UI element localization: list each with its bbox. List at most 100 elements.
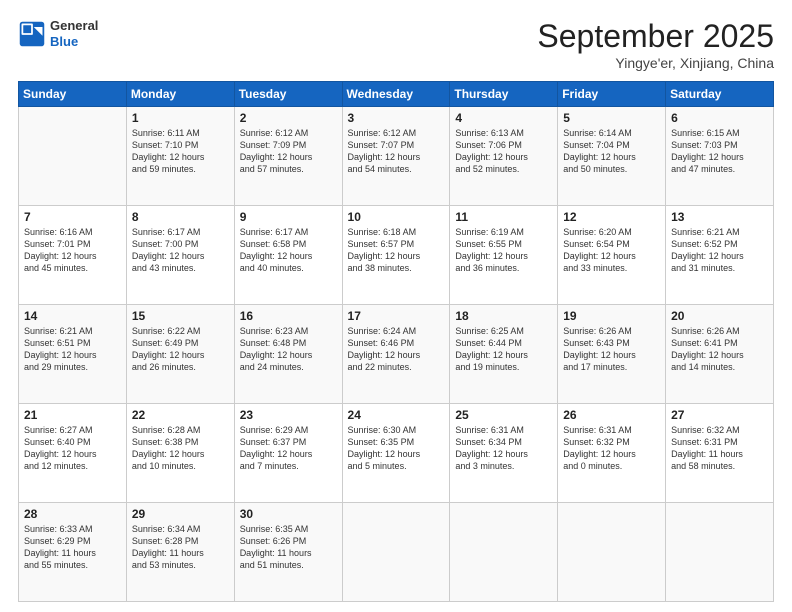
calendar-cell: 10 Sunrise: 6:18 AM Sunset: 6:57 PM Dayli… [342,206,450,305]
col-header-monday: Monday [126,82,234,107]
calendar-cell [558,503,666,602]
calendar-cell: 16 Sunrise: 6:23 AM Sunset: 6:48 PM Dayli… [234,305,342,404]
page: General Blue September 2025 Yingye'er, X… [0,0,792,612]
day-info: Sunrise: 6:17 AM Sunset: 6:58 PM Dayligh… [240,226,337,275]
calendar-cell: 25Sunrise: 6:31 AM Sunset: 6:34 PM Dayli… [450,404,558,503]
calendar-cell: 20Sunrise: 6:26 AM Sunset: 6:41 PM Dayli… [666,305,774,404]
calendar-week-5: 28 Sunrise: 6:33 AM Sunset: 6:29 PM Dayli… [19,503,774,602]
day-number: 4 [455,111,552,125]
day-info: Sunrise: 6:23 AM Sunset: 6:48 PM Dayligh… [240,325,337,374]
logo-text: General Blue [50,18,98,49]
col-header-sunday: Sunday [19,82,127,107]
calendar-cell: 22 Sunrise: 6:28 AM Sunset: 6:38 PM Dayli… [126,404,234,503]
day-info: Sunrise: 6:26 AM Sunset: 6:41 PM Dayligh… [671,325,768,374]
day-info: Sunrise: 6:30 AM Sunset: 6:35 PM Dayligh… [348,424,445,473]
calendar-cell: 24Sunrise: 6:30 AM Sunset: 6:35 PM Dayli… [342,404,450,503]
calendar-week-4: 21 Sunrise: 6:27 AM Sunset: 6:40 PM Dayli… [19,404,774,503]
day-info: Sunrise: 6:34 AM Sunset: 6:28 PM Dayligh… [132,523,229,572]
day-info: Sunrise: 6:33 AM Sunset: 6:29 PM Dayligh… [24,523,121,572]
day-info: Sunrise: 6:20 AM Sunset: 6:54 PM Dayligh… [563,226,660,275]
calendar-cell [19,107,127,206]
calendar-cell: 2 Sunrise: 6:12 AM Sunset: 7:09 PM Daylig… [234,107,342,206]
day-number: 12 [563,210,660,224]
calendar-cell: 19 Sunrise: 6:26 AM Sunset: 6:43 PM Dayli… [558,305,666,404]
col-header-friday: Friday [558,82,666,107]
calendar-cell: 26Sunrise: 6:31 AM Sunset: 6:32 PM Dayli… [558,404,666,503]
day-number: 23 [240,408,337,422]
day-info: Sunrise: 6:21 AM Sunset: 6:51 PM Dayligh… [24,325,121,374]
day-number: 26 [563,408,660,422]
day-number: 17 [348,309,445,323]
day-number: 29 [132,507,229,521]
day-number: 9 [240,210,337,224]
day-info: Sunrise: 6:13 AM Sunset: 7:06 PM Dayligh… [455,127,552,176]
logo: General Blue [18,18,98,49]
day-info: Sunrise: 6:22 AM Sunset: 6:49 PM Dayligh… [132,325,229,374]
day-info: Sunrise: 6:21 AM Sunset: 6:52 PM Dayligh… [671,226,768,275]
logo-general: General [50,18,98,34]
day-info: Sunrise: 6:17 AM Sunset: 7:00 PM Dayligh… [132,226,229,275]
day-info: Sunrise: 6:15 AM Sunset: 7:03 PM Dayligh… [671,127,768,176]
calendar-table: SundayMondayTuesdayWednesdayThursdayFrid… [18,81,774,602]
day-number: 28 [24,507,121,521]
day-number: 21 [24,408,121,422]
location: Yingye'er, Xinjiang, China [537,55,774,71]
calendar-cell: 8 Sunrise: 6:17 AM Sunset: 7:00 PM Daylig… [126,206,234,305]
calendar-cell: 3Sunrise: 6:12 AM Sunset: 7:07 PM Daylig… [342,107,450,206]
day-info: Sunrise: 6:14 AM Sunset: 7:04 PM Dayligh… [563,127,660,176]
day-info: Sunrise: 6:25 AM Sunset: 6:44 PM Dayligh… [455,325,552,374]
calendar-cell: 5 Sunrise: 6:14 AM Sunset: 7:04 PM Daylig… [558,107,666,206]
day-number: 19 [563,309,660,323]
calendar-cell: 1Sunrise: 6:11 AM Sunset: 7:10 PM Daylig… [126,107,234,206]
day-info: Sunrise: 6:24 AM Sunset: 6:46 PM Dayligh… [348,325,445,374]
day-info: Sunrise: 6:19 AM Sunset: 6:55 PM Dayligh… [455,226,552,275]
day-info: Sunrise: 6:32 AM Sunset: 6:31 PM Dayligh… [671,424,768,473]
day-number: 18 [455,309,552,323]
calendar-cell: 14 Sunrise: 6:21 AM Sunset: 6:51 PM Dayli… [19,305,127,404]
calendar-cell: 4 Sunrise: 6:13 AM Sunset: 7:06 PM Daylig… [450,107,558,206]
calendar-cell [342,503,450,602]
day-number: 14 [24,309,121,323]
day-info: Sunrise: 6:26 AM Sunset: 6:43 PM Dayligh… [563,325,660,374]
calendar-cell: 9 Sunrise: 6:17 AM Sunset: 6:58 PM Daylig… [234,206,342,305]
day-number: 6 [671,111,768,125]
day-number: 27 [671,408,768,422]
day-info: Sunrise: 6:18 AM Sunset: 6:57 PM Dayligh… [348,226,445,275]
day-number: 8 [132,210,229,224]
title-block: September 2025 Yingye'er, Xinjiang, Chin… [537,18,774,71]
calendar-cell: 12 Sunrise: 6:20 AM Sunset: 6:54 PM Dayli… [558,206,666,305]
calendar-cell: 18 Sunrise: 6:25 AM Sunset: 6:44 PM Dayli… [450,305,558,404]
day-number: 16 [240,309,337,323]
logo-blue: Blue [50,34,98,50]
calendar-cell: 30 Sunrise: 6:35 AM Sunset: 6:26 PM Dayli… [234,503,342,602]
col-header-tuesday: Tuesday [234,82,342,107]
calendar-cell: 27 Sunrise: 6:32 AM Sunset: 6:31 PM Dayli… [666,404,774,503]
day-info: Sunrise: 6:31 AM Sunset: 6:34 PM Dayligh… [455,424,552,473]
day-number: 13 [671,210,768,224]
day-number: 30 [240,507,337,521]
calendar-cell: 13 Sunrise: 6:21 AM Sunset: 6:52 PM Dayli… [666,206,774,305]
day-number: 5 [563,111,660,125]
calendar-cell: 17 Sunrise: 6:24 AM Sunset: 6:46 PM Dayli… [342,305,450,404]
day-info: Sunrise: 6:12 AM Sunset: 7:07 PM Dayligh… [348,127,445,176]
day-number: 11 [455,210,552,224]
calendar-week-1: 1Sunrise: 6:11 AM Sunset: 7:10 PM Daylig… [19,107,774,206]
day-number: 22 [132,408,229,422]
col-header-wednesday: Wednesday [342,82,450,107]
day-info: Sunrise: 6:35 AM Sunset: 6:26 PM Dayligh… [240,523,337,572]
header: General Blue September 2025 Yingye'er, X… [18,18,774,71]
day-info: Sunrise: 6:28 AM Sunset: 6:38 PM Dayligh… [132,424,229,473]
calendar-week-2: 7Sunrise: 6:16 AM Sunset: 7:01 PM Daylig… [19,206,774,305]
col-header-saturday: Saturday [666,82,774,107]
day-info: Sunrise: 6:27 AM Sunset: 6:40 PM Dayligh… [24,424,121,473]
day-number: 10 [348,210,445,224]
day-number: 1 [132,111,229,125]
calendar-cell [450,503,558,602]
day-info: Sunrise: 6:12 AM Sunset: 7:09 PM Dayligh… [240,127,337,176]
calendar-cell: 15Sunrise: 6:22 AM Sunset: 6:49 PM Dayli… [126,305,234,404]
calendar-cell [666,503,774,602]
day-number: 7 [24,210,121,224]
day-number: 2 [240,111,337,125]
logo-icon [18,20,46,48]
calendar-cell: 28 Sunrise: 6:33 AM Sunset: 6:29 PM Dayli… [19,503,127,602]
